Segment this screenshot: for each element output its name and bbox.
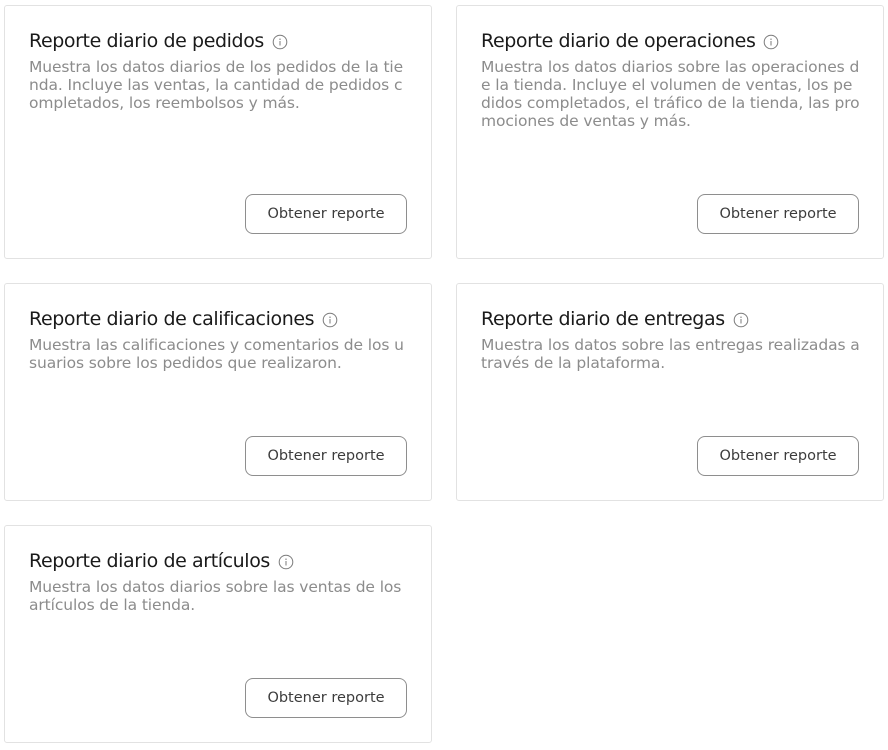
card-title-row: Reporte diario de operaciones <box>481 28 779 54</box>
card-title: Reporte diario de calificaciones <box>29 308 315 330</box>
get-report-button[interactable]: Obtener reporte <box>697 194 859 234</box>
info-icon[interactable] <box>763 34 779 50</box>
report-card-calificaciones: Reporte diario de calificaciones Muestra… <box>4 283 432 501</box>
card-title-row: Reporte diario de calificaciones <box>29 306 338 332</box>
card-title: Reporte diario de artículos <box>29 550 270 572</box>
get-report-button[interactable]: Obtener reporte <box>245 194 407 234</box>
card-description: Muestra las calificaciones y comentarios… <box>29 336 404 372</box>
info-icon[interactable] <box>272 34 288 50</box>
report-card-pedidos: Reporte diario de pedidos Muestra los da… <box>4 5 432 259</box>
card-description: Muestra los datos diarios sobre las vent… <box>29 578 402 614</box>
get-report-button[interactable]: Obtener reporte <box>245 678 407 718</box>
card-title: Reporte diario de entregas <box>481 308 725 330</box>
info-icon[interactable] <box>322 312 338 328</box>
card-description: Muestra los datos sobre las entregas rea… <box>481 336 860 372</box>
card-title-row: Reporte diario de entregas <box>481 306 749 332</box>
report-card-entregas: Reporte diario de entregas Muestra los d… <box>456 283 884 501</box>
card-description: Muestra los datos diarios sobre las oper… <box>481 58 860 130</box>
card-title: Reporte diario de pedidos <box>29 30 264 52</box>
get-report-button[interactable]: Obtener reporte <box>697 436 859 476</box>
get-report-button[interactable]: Obtener reporte <box>245 436 407 476</box>
card-description: Muestra los datos diarios de los pedidos… <box>29 58 404 112</box>
info-icon[interactable] <box>278 554 294 570</box>
report-card-operaciones: Reporte diario de operaciones Muestra lo… <box>456 5 884 259</box>
card-title-row: Reporte diario de artículos <box>29 548 294 574</box>
card-title-row: Reporte diario de pedidos <box>29 28 288 54</box>
info-icon[interactable] <box>733 312 749 328</box>
card-title: Reporte diario de operaciones <box>481 30 756 52</box>
report-card-articulos: Reporte diario de artículos Muestra los … <box>4 525 432 743</box>
